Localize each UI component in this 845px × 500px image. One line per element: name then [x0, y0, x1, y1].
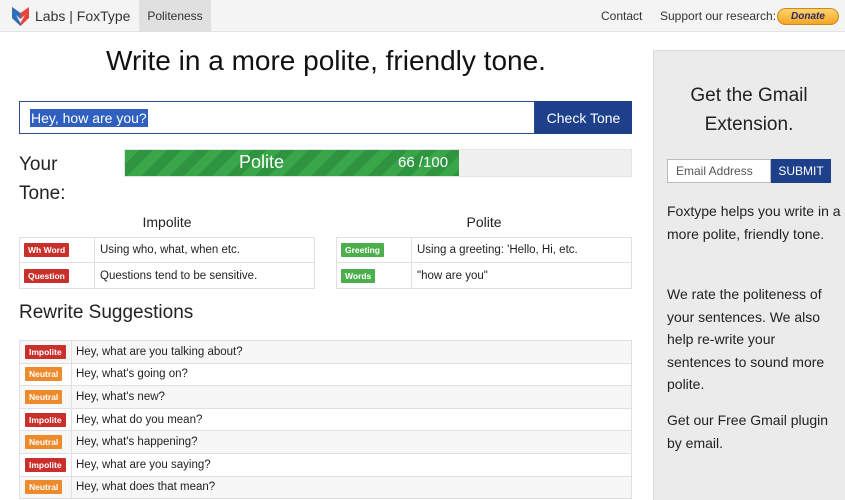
- suggestion-text[interactable]: Hey, what's new?: [72, 386, 165, 408]
- suggestion-row[interactable]: Impolite Hey, what do you mean?: [19, 408, 632, 432]
- tab-politeness[interactable]: Politeness: [139, 0, 211, 32]
- table-row: Wh Word Using who, what, when etc.: [20, 238, 314, 263]
- suggestion-row[interactable]: Neutral Hey, what's new?: [19, 386, 632, 409]
- suggestion-tag: Impolite: [25, 344, 66, 359]
- suggestion-text[interactable]: Hey, what's going on?: [72, 364, 188, 386]
- check-tone-button[interactable]: Check Tone: [535, 101, 632, 134]
- top-navbar: Labs | FoxType Politeness Contact Suppor…: [0, 0, 845, 32]
- suggestion-text[interactable]: Hey, what are you talking about?: [72, 341, 243, 363]
- suggestion-tag: Neutral: [25, 435, 63, 450]
- tone-result: Polite: [239, 152, 285, 172]
- suggestion-row[interactable]: Neutral Hey, what's happening?: [19, 431, 632, 454]
- feature-tag: Words: [341, 268, 376, 283]
- feature-description: Using a greeting: 'Hello, Hi, etc.: [417, 244, 578, 256]
- message-input[interactable]: Hey, how are you?: [19, 101, 535, 134]
- suggestion-tag: Impolite: [25, 412, 66, 427]
- suggestion-text[interactable]: Hey, what are you saying?: [72, 454, 211, 476]
- contact-link[interactable]: Contact: [601, 9, 642, 23]
- rewrite-suggestions-heading: Rewrite Suggestions: [19, 302, 194, 323]
- sidebar-paragraph: Foxtype helps you write in a more polite…: [667, 203, 841, 242]
- suggestion-row[interactable]: Impolite Hey, what are you saying?: [19, 453, 632, 477]
- suggestion-text[interactable]: Hey, what do you mean?: [72, 409, 202, 431]
- impolite-heading: Impolite: [142, 214, 192, 230]
- page-title: Write in a more polite, friendly tone.: [106, 45, 546, 76]
- feature-tag: Greeting: [341, 243, 384, 257]
- support-label: Support our research:: [660, 9, 777, 23]
- feature-description: Questions tend to be sensitive.: [100, 269, 258, 282]
- brand-name: Labs | FoxType: [35, 8, 131, 24]
- suggestion-tag: Impolite: [25, 457, 66, 472]
- gmail-extension-sidebar: Get the Gmail Extension. Email Address S…: [653, 50, 845, 500]
- email-field[interactable]: Email Address: [667, 159, 771, 183]
- sidebar-title: Get the Gmail Extension.: [690, 85, 808, 135]
- sidebar-paragraph: We rate the politeness of your sentences…: [667, 286, 825, 392]
- brand[interactable]: Labs | FoxType: [12, 5, 130, 27]
- polite-features-table: Greeting Using a greeting: 'Hello, Hi, e…: [336, 237, 632, 289]
- suggestion-tag: Neutral: [25, 367, 63, 382]
- suggestion-row[interactable]: Neutral Hey, what does that mean?: [19, 476, 632, 500]
- feature-tag: Question: [24, 268, 69, 283]
- message-input-selected-text: Hey, how are you?: [30, 108, 148, 127]
- fox-logo-icon: [12, 6, 29, 26]
- table-row: Words "how are you": [337, 263, 631, 288]
- polite-heading: Polite: [466, 214, 502, 230]
- feature-description: "how are you": [417, 269, 488, 282]
- table-row: Greeting Using a greeting: 'Hello, Hi, e…: [337, 238, 631, 263]
- suggestion-row[interactable]: Impolite Hey, what are you talking about…: [19, 341, 632, 364]
- feature-tag: Wh Word: [24, 243, 70, 257]
- impolite-features-table: Wh Word Using who, what, when etc. Quest…: [19, 237, 315, 289]
- suggestion-tag: Neutral: [25, 389, 63, 404]
- rewrite-suggestions-table: Impolite Hey, what are you talking about…: [19, 340, 632, 500]
- suggestion-row[interactable]: Neutral Hey, what's going on?: [19, 363, 632, 387]
- tone-score: 66 /100: [398, 154, 449, 171]
- suggestion-text[interactable]: Hey, what's happening?: [72, 431, 198, 453]
- tone-progress-bar: [124, 149, 632, 177]
- your-tone-label: Your Tone:: [19, 154, 66, 204]
- table-row: Question Questions tend to be sensitive.: [20, 263, 314, 288]
- submit-button[interactable]: SUBMIT: [771, 159, 831, 183]
- suggestion-tag: Neutral: [25, 480, 63, 495]
- suggestion-text[interactable]: Hey, what does that mean?: [72, 477, 215, 499]
- feature-description: Using who, what, when etc.: [100, 244, 240, 256]
- sidebar-paragraph: Get our Free Gmail plugin by email.: [667, 412, 829, 451]
- donate-button[interactable]: Donate: [777, 8, 839, 25]
